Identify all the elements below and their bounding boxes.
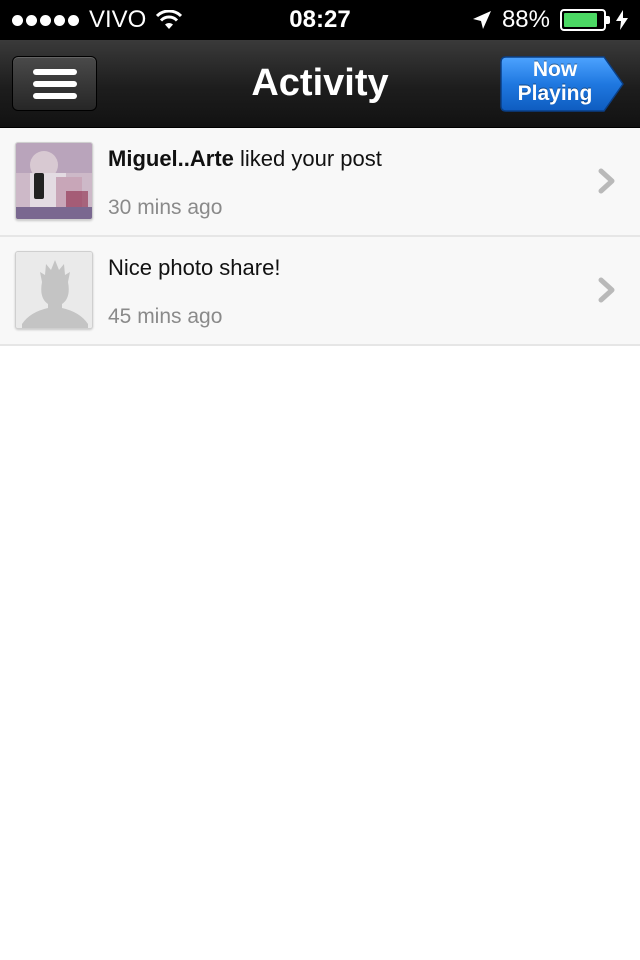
activity-text: Nice photo share! xyxy=(108,255,280,281)
user-photo-icon xyxy=(16,143,92,219)
signal-dots-icon xyxy=(12,14,79,26)
activity-item[interactable]: Nice photo share! 45 mins ago xyxy=(0,237,640,346)
hamburger-bar xyxy=(32,80,77,87)
activity-message: liked your post xyxy=(233,146,382,171)
status-left: VIVO xyxy=(12,6,183,34)
now-playing-button[interactable]: Now Playing xyxy=(500,56,624,112)
avatar xyxy=(15,142,93,220)
default-avatar-silhouette-icon xyxy=(16,252,92,328)
now-playing-label: Now Playing xyxy=(500,58,610,106)
avatar xyxy=(15,251,93,329)
activity-item[interactable]: Miguel..Arte liked your post 30 mins ago xyxy=(0,128,640,237)
activity-text: Miguel..Arte liked your post xyxy=(108,146,382,172)
now-playing-line1: Now xyxy=(532,58,578,81)
battery-icon xyxy=(560,9,610,31)
activity-message: Nice photo share! xyxy=(108,255,281,280)
location-arrow-icon xyxy=(472,11,491,29)
activity-timestamp: 30 mins ago xyxy=(108,196,223,219)
activity-username: Miguel..Arte xyxy=(108,146,234,171)
now-playing-line2: Playing xyxy=(517,82,593,105)
wifi-icon xyxy=(156,10,183,29)
activity-timestamp: 45 mins ago xyxy=(108,305,223,328)
battery-percent: 88% xyxy=(501,6,550,33)
navigation-bar: Activity Now Playing xyxy=(0,40,640,128)
activity-list: Miguel..Arte liked your post 30 mins ago… xyxy=(0,128,640,346)
chevron-right-icon xyxy=(598,168,615,194)
status-bar: VIVO 08:27 88% xyxy=(0,0,640,40)
status-right: 88% xyxy=(472,6,628,34)
carrier-label: VIVO xyxy=(89,6,147,33)
hamburger-menu-icon xyxy=(32,68,77,75)
battery-fill xyxy=(564,13,598,27)
charging-bolt-icon xyxy=(616,10,628,30)
menu-button[interactable] xyxy=(12,56,97,111)
hamburger-bar xyxy=(32,92,77,99)
chevron-right-icon xyxy=(598,277,615,303)
